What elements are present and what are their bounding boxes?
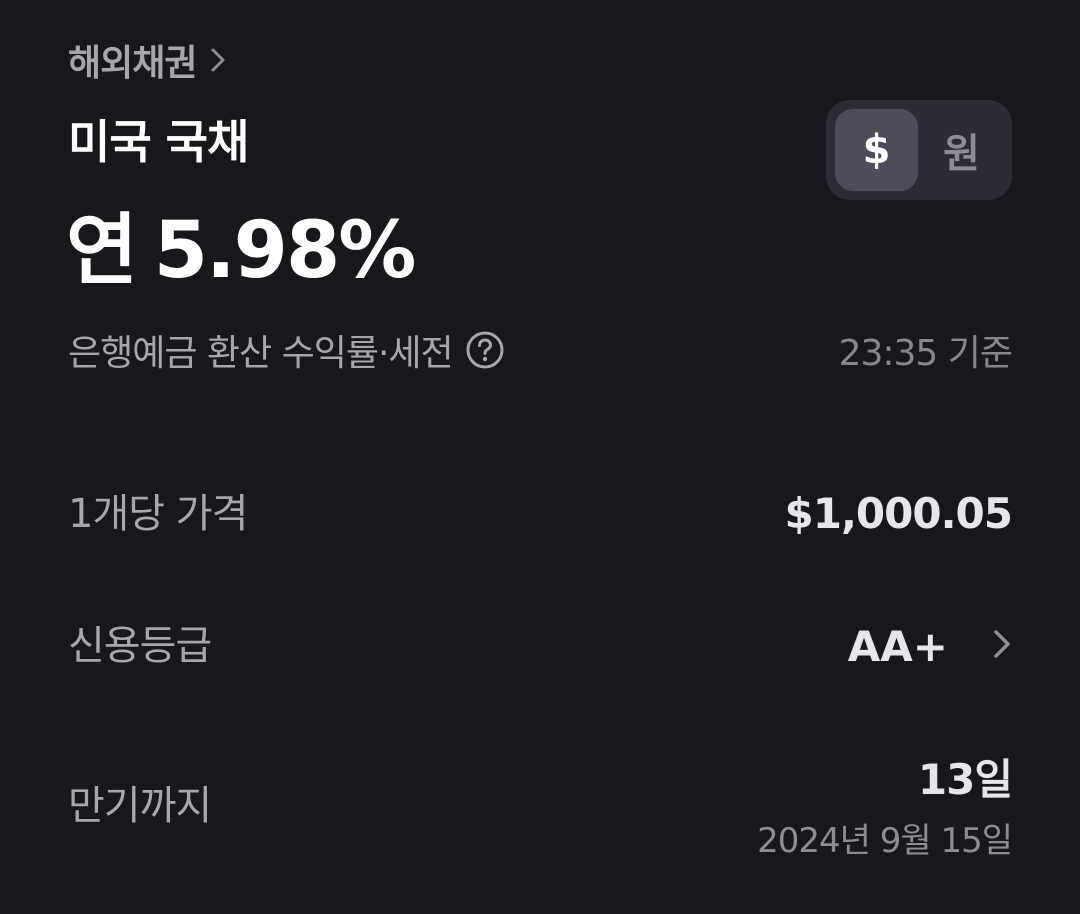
breadcrumb-label: 해외채권 <box>68 43 197 84</box>
yield-rate-value: 5.98% <box>153 206 417 296</box>
chevron-right-icon <box>992 627 1012 665</box>
yield-rate: 연 5.98% <box>66 206 417 296</box>
currency-option-won[interactable]: 원 <box>920 109 1003 191</box>
page-title: 미국 국채 <box>68 115 249 169</box>
credit-rating-link[interactable]: AA+ <box>848 616 1012 676</box>
credit-rating-label: 신용등급 <box>68 623 212 669</box>
as-of-time: 23:35 기준 <box>838 333 1013 374</box>
credit-rating-value: AA+ <box>847 621 948 671</box>
currency-toggle[interactable]: $ 원 <box>826 100 1012 200</box>
maturity-days: 13일 <box>917 755 1013 804</box>
price-value: $1,000.05 <box>784 489 1013 538</box>
yield-rate-prefix: 연 <box>66 206 138 296</box>
yield-description: 은행예금 환산 수익률·세전 <box>68 333 454 374</box>
currency-option-dollar[interactable]: $ <box>835 109 918 191</box>
price-label: 1개당 가격 <box>68 491 248 537</box>
chevron-right-icon <box>210 46 226 74</box>
question-circle-icon[interactable] <box>465 330 505 370</box>
maturity-date: 2024년 9월 15일 <box>757 821 1013 861</box>
yield-description-row: 은행예금 환산 수익률·세전 <box>68 322 505 378</box>
maturity-label: 만기까지 <box>68 783 212 829</box>
breadcrumb[interactable]: 해외채권 <box>68 36 226 84</box>
